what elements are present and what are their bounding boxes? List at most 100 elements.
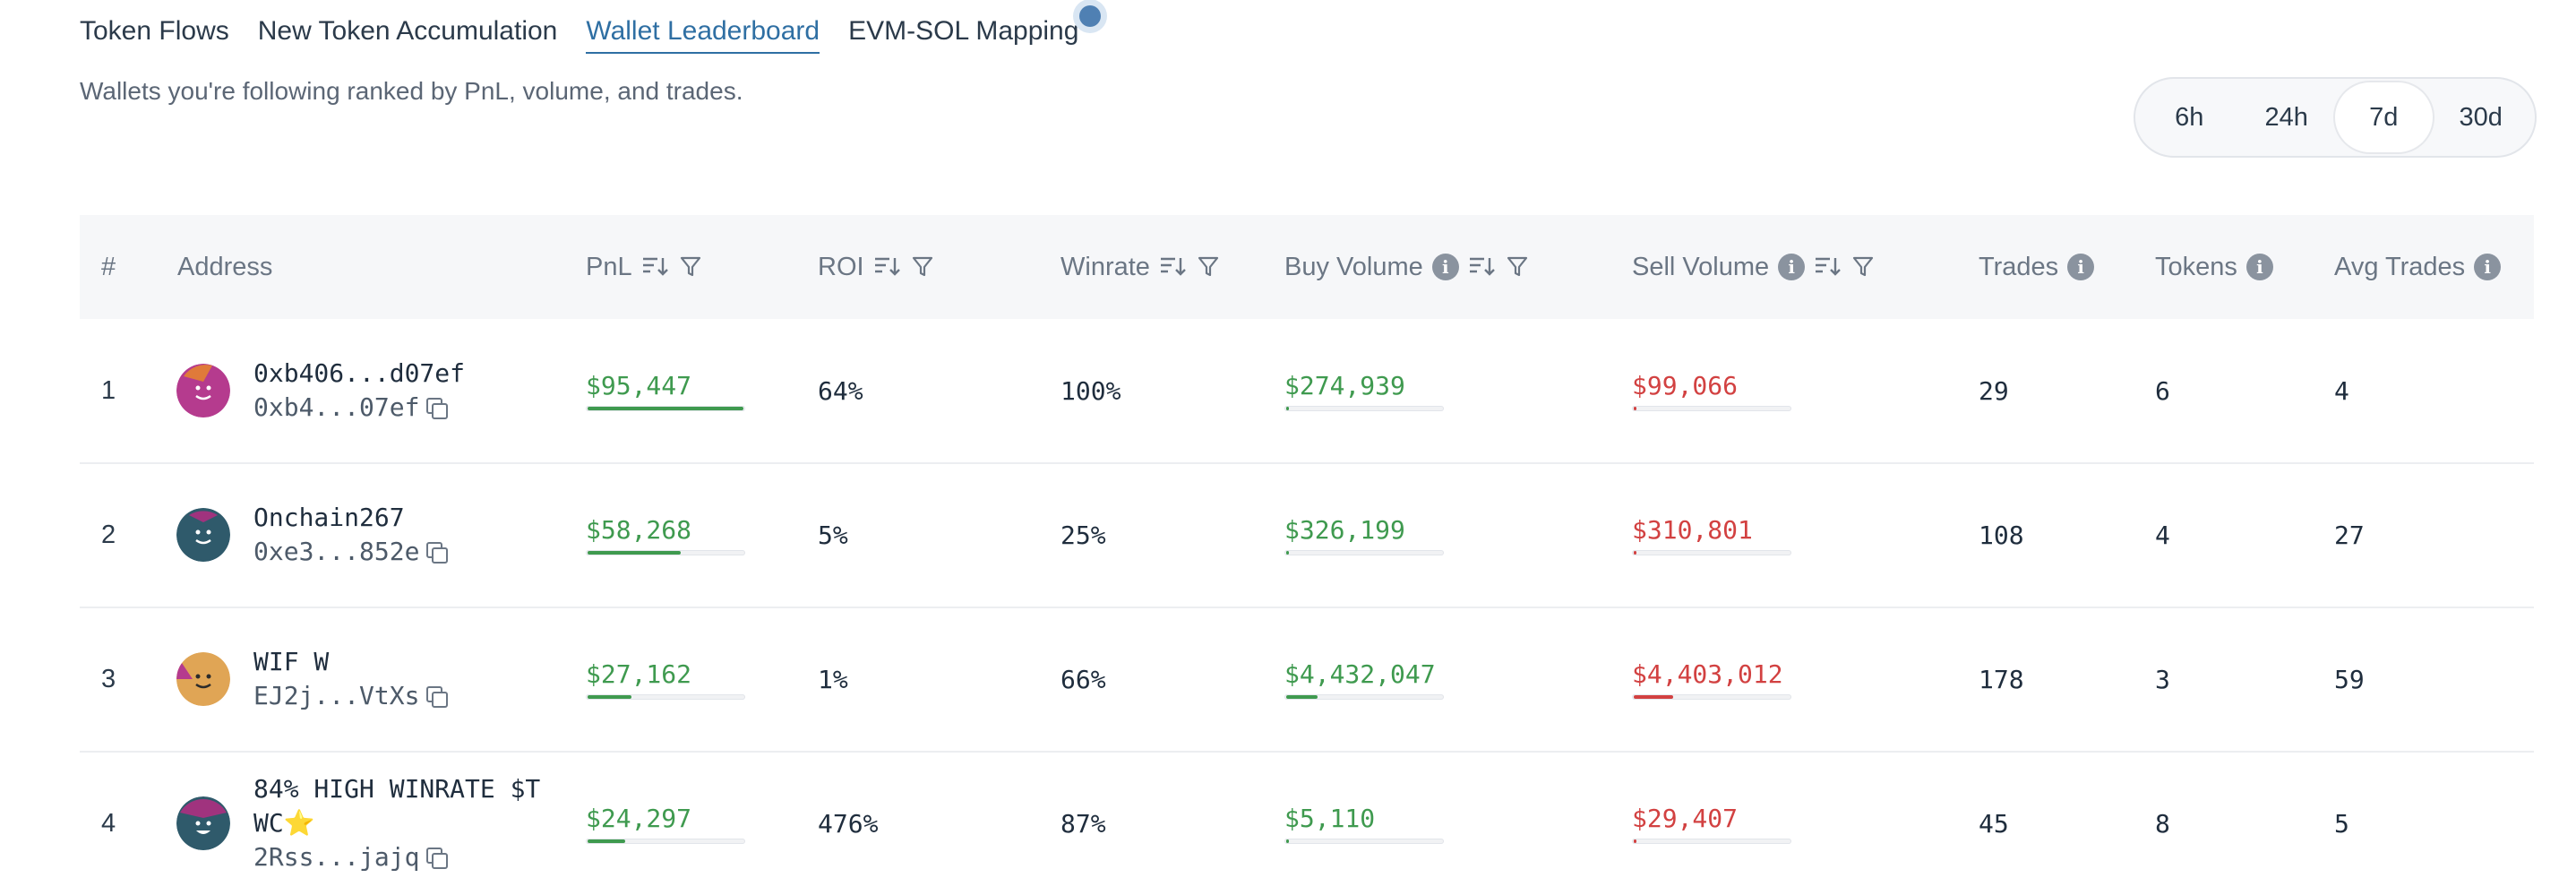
col-buy-volume-label: Buy Volume xyxy=(1284,252,1423,281)
col-roi-label: ROI xyxy=(818,252,864,281)
wallet-name-line2[interactable]: WC⭐ xyxy=(253,806,315,840)
filter-icon[interactable] xyxy=(679,255,702,279)
buy-volume-value: $274,939 xyxy=(1284,370,1405,400)
buy-volume-bar xyxy=(1284,693,1444,700)
sort-icon[interactable] xyxy=(1814,255,1842,279)
avg-trades-cell: 59 xyxy=(2334,664,2365,694)
col-roi: ROI xyxy=(818,215,934,319)
info-icon[interactable]: i xyxy=(1431,254,1459,280)
sell-volume-cell: $99,066 xyxy=(1632,319,1791,462)
winrate-cell: 25% xyxy=(1060,520,1106,550)
info-icon[interactable]: i xyxy=(1778,254,1806,280)
pnl-bar xyxy=(586,549,745,555)
copy-icon[interactable] xyxy=(426,848,449,869)
col-winrate-label: Winrate xyxy=(1060,252,1150,281)
pnl-cell: $95,447 xyxy=(586,319,745,462)
address-text: EJ2j...VtXs xyxy=(253,681,420,710)
filter-icon[interactable] xyxy=(1851,255,1875,279)
copy-icon[interactable] xyxy=(426,542,449,564)
timeframe-7d[interactable]: 7d xyxy=(2335,82,2433,152)
tokens-cell: 6 xyxy=(2155,375,2170,406)
pnl-bar xyxy=(586,693,745,700)
table-row[interactable]: 4 84% HIGH WINRATE $T WC⭐ 2Rss...jajq $2… xyxy=(80,752,2534,895)
wallet-address: 0xb4...07ef xyxy=(253,391,449,425)
sell-volume-value: $99,066 xyxy=(1632,370,1739,400)
tab-wallet-leaderboard[interactable]: Wallet Leaderboard xyxy=(586,16,820,54)
trades-cell: 108 xyxy=(1979,520,2024,550)
trades-cell: 29 xyxy=(1979,375,2009,406)
col-address: Address xyxy=(177,215,272,319)
sort-icon[interactable] xyxy=(873,255,902,279)
col-rank-label: # xyxy=(101,252,116,281)
buy-volume-cell: $274,939 xyxy=(1284,319,1444,462)
avatar[interactable] xyxy=(176,796,230,850)
sell-volume-value: $4,403,012 xyxy=(1632,658,1783,689)
col-rank: # xyxy=(101,215,116,319)
avg-trades-cell: 4 xyxy=(2334,375,2349,406)
rank-cell: 4 xyxy=(101,808,116,838)
filter-icon[interactable] xyxy=(1197,255,1220,279)
filter-icon[interactable] xyxy=(911,255,934,279)
address-cell: WIF W EJ2j...VtXs xyxy=(253,607,449,751)
col-sell-volume: Sell Volume i xyxy=(1632,215,1875,319)
tab-new-token-accumulation[interactable]: New Token Accumulation xyxy=(258,16,558,54)
sort-icon[interactable] xyxy=(1159,255,1188,279)
pnl-bar-fill xyxy=(588,406,743,410)
sort-icon[interactable] xyxy=(1468,255,1497,279)
col-address-label: Address xyxy=(177,252,273,281)
sell-volume-cell: $310,801 xyxy=(1632,463,1791,607)
tokens-cell: 3 xyxy=(2155,664,2170,694)
sort-icon[interactable] xyxy=(641,255,670,279)
wallet-address: 0xe3...852e xyxy=(253,535,449,569)
page-subtitle: Wallets you're following ranked by PnL, … xyxy=(80,77,743,105)
avg-trades-cell: 27 xyxy=(2334,520,2365,550)
buy-volume-bar-fill xyxy=(1286,550,1289,555)
col-winrate: Winrate xyxy=(1060,215,1220,319)
wallet-name[interactable]: Onchain267 xyxy=(253,501,405,535)
timeframe-30d[interactable]: 30d xyxy=(2433,82,2530,152)
sell-volume-bar-fill xyxy=(1634,550,1636,555)
buy-volume-cell: $326,199 xyxy=(1284,463,1444,607)
buy-volume-value: $326,199 xyxy=(1284,514,1405,545)
pnl-bar-fill xyxy=(588,839,625,843)
info-icon[interactable]: i xyxy=(2245,254,2273,280)
filter-icon[interactable] xyxy=(1506,255,1529,279)
col-avg-trades-label: Avg Trades xyxy=(2334,252,2466,281)
sell-volume-value: $29,407 xyxy=(1632,803,1739,833)
wallet-name[interactable]: 0xb406...d07ef xyxy=(253,357,465,391)
address-text: 0xb4...07ef xyxy=(253,392,420,422)
nav-tabs: Token Flows New Token Accumulation Walle… xyxy=(80,16,1078,54)
timeframe-24h[interactable]: 24h xyxy=(2238,82,2336,152)
pnl-cell: $58,268 xyxy=(586,463,745,607)
buy-volume-value: $4,432,047 xyxy=(1284,658,1436,689)
table-row[interactable]: 3 WIF W EJ2j...VtXs $27,162 1% 66% $4,43… xyxy=(80,607,2534,753)
sell-volume-bar xyxy=(1632,693,1791,700)
avatar[interactable] xyxy=(176,508,230,562)
table-row[interactable]: 2 Onchain267 0xe3...852e $58,268 5% 25% … xyxy=(80,463,2534,608)
winrate-cell: 87% xyxy=(1060,808,1106,839)
sell-volume-bar-fill xyxy=(1634,406,1636,410)
trades-cell: 45 xyxy=(1979,808,2009,839)
roi-cell: 476% xyxy=(818,808,879,839)
avatar[interactable] xyxy=(176,364,230,417)
table-row[interactable]: 1 0xb406...d07ef 0xb4...07ef $95,447 64%… xyxy=(80,319,2534,464)
copy-icon[interactable] xyxy=(426,686,449,708)
avatar[interactable] xyxy=(176,652,230,706)
wallet-address: 2Rss...jajq xyxy=(253,840,449,874)
wallet-name[interactable]: WIF W xyxy=(253,645,329,679)
info-icon[interactable]: i xyxy=(2474,254,2502,280)
rank-cell: 3 xyxy=(101,664,116,693)
pnl-cell: $27,162 xyxy=(586,607,745,751)
tokens-cell: 8 xyxy=(2155,808,2170,839)
sell-volume-bar xyxy=(1632,838,1791,844)
avg-trades-cell: 5 xyxy=(2334,808,2349,839)
winrate-cell: 100% xyxy=(1060,375,1121,406)
tab-evm-sol-mapping[interactable]: EVM-SOL Mapping xyxy=(848,16,1078,54)
wallet-name-line1[interactable]: 84% HIGH WINRATE $T xyxy=(253,772,540,806)
copy-icon[interactable] xyxy=(426,398,449,419)
tab-token-flows[interactable]: Token Flows xyxy=(80,16,229,54)
sell-volume-cell: $4,403,012 xyxy=(1632,607,1791,751)
winrate-cell: 66% xyxy=(1060,664,1106,694)
info-icon[interactable]: i xyxy=(2067,254,2095,280)
timeframe-6h[interactable]: 6h xyxy=(2141,82,2238,152)
